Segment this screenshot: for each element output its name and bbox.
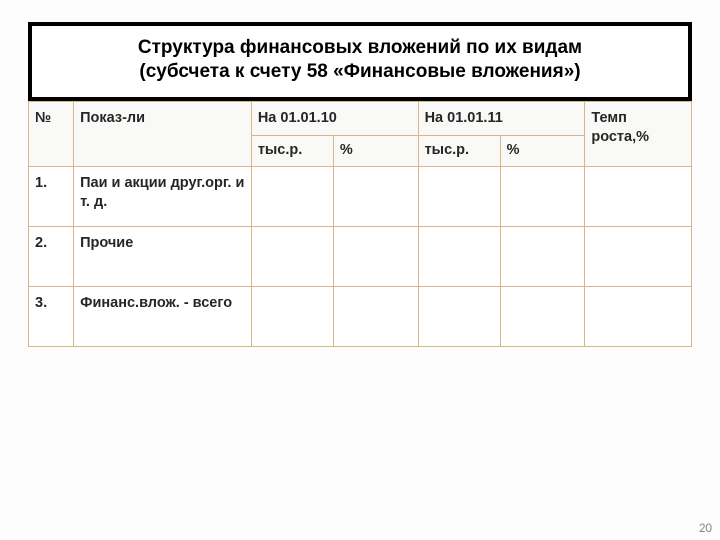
financial-investments-table: № Показ-ли На 01.01.10 На 01.01.11 Темп … [28,101,692,347]
cell-label: Финанс.влож. - всего [74,286,252,346]
cell-g [585,286,692,346]
cell-p1t [251,166,333,226]
cell-p1t [251,286,333,346]
th-p1-percent: % [333,136,418,167]
th-number: № [29,101,74,166]
th-growth-rate: Темп роста,% [585,101,692,166]
cell-p1t [251,226,333,286]
th-period-2: На 01.01.11 [418,101,585,136]
th-period-1: На 01.01.10 [251,101,418,136]
cell-g [585,166,692,226]
cell-p2p [500,226,585,286]
cell-num: 1. [29,166,74,226]
table-row: 1. Паи и акции друг.орг. и т. д. [29,166,692,226]
cell-p1p [333,226,418,286]
slide-title: Структура финансовых вложений по их вида… [28,22,692,101]
cell-p2p [500,166,585,226]
th-p2-percent: % [500,136,585,167]
title-line-1: Структура финансовых вложений по их вида… [40,36,680,60]
cell-p2t [418,166,500,226]
cell-p1p [333,166,418,226]
table-row: 2. Прочие [29,226,692,286]
page-number: 20 [699,521,712,536]
cell-num: 3. [29,286,74,346]
th-p2-thous: тыс.р. [418,136,500,167]
cell-label: Паи и акции друг.орг. и т. д. [74,166,252,226]
th-indicator: Показ-ли [74,101,252,166]
cell-label: Прочие [74,226,252,286]
title-line-2: (субсчета к счету 58 «Финансовые вложени… [40,60,680,84]
cell-p2t [418,226,500,286]
cell-num: 2. [29,226,74,286]
cell-p1p [333,286,418,346]
table-row: 3. Финанс.влож. - всего [29,286,692,346]
cell-p2t [418,286,500,346]
cell-p2p [500,286,585,346]
cell-g [585,226,692,286]
th-p1-thous: тыс.р. [251,136,333,167]
